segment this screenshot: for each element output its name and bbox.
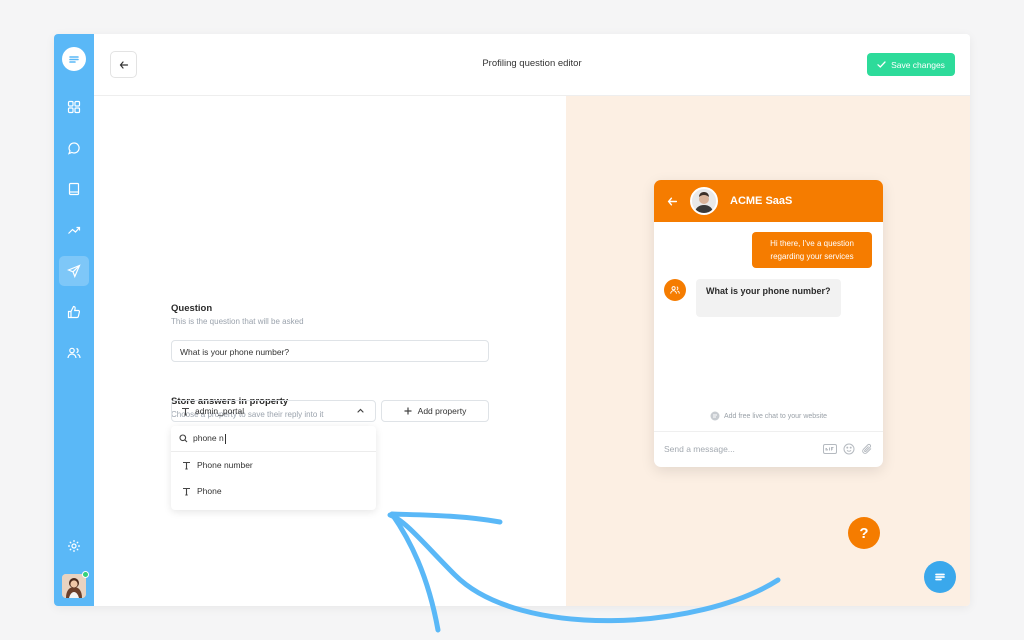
annotation-arrow <box>387 511 781 633</box>
